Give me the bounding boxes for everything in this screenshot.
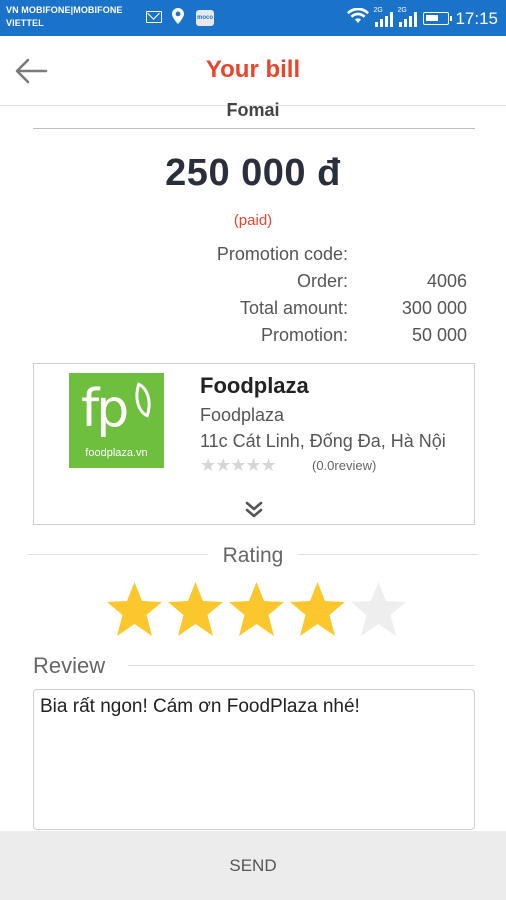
shop-card[interactable]: fp foodplaza.vn Foodplaza Foodplaza 11c …	[33, 363, 475, 525]
order-value: 4006	[426, 271, 467, 291]
review-label: Review	[33, 653, 106, 678]
rating-stars[interactable]	[105, 580, 408, 640]
location-pin-icon	[172, 8, 184, 28]
shop-logo: fp foodplaza.vn	[69, 373, 164, 468]
carrier-info: VN MOBIFONE|MOBIFONE VIETTEL	[6, 4, 123, 30]
review-divider	[128, 665, 475, 666]
signal-2-icon: 2G	[397, 7, 418, 27]
review-text-input[interactable]: Bia rất ngon! Cám ơn FoodPlaza nhé!	[33, 689, 475, 830]
merchant-name-partial: Fomai	[226, 100, 280, 118]
shop-logo-domain: foodplaza.vn	[85, 447, 148, 459]
carrier-line-2: VIETTEL	[6, 18, 44, 28]
promotion-code-label: Promotion code:	[216, 244, 348, 264]
promotion-value: 50 000	[411, 325, 467, 345]
app-header: Your bill	[0, 36, 506, 106]
star-filled-icon[interactable]	[166, 580, 225, 640]
star-filled-icon[interactable]	[105, 580, 164, 640]
wifi-icon	[347, 7, 370, 29]
order-label: Order:	[296, 271, 348, 291]
carrier-line-1: VN MOBIFONE|MOBIFONE	[6, 5, 123, 15]
total-amount-value: 300 000	[401, 298, 467, 318]
shop-subtitle: Foodplaza	[200, 405, 285, 425]
promotion-label: Promotion:	[260, 325, 348, 345]
star-filled-icon[interactable]	[227, 580, 286, 640]
clock: 17:15	[455, 8, 498, 28]
net-2-label: 2G	[397, 6, 407, 14]
rating-label: Rating	[222, 544, 284, 567]
shop-logo-letters: fp	[81, 379, 129, 439]
shop-rating-stars: ★★★★★	[200, 455, 277, 475]
shop-address: 11c Cát Linh, Đống Đa, Hà Nội	[200, 431, 446, 451]
star-filled-icon[interactable]	[288, 580, 347, 640]
net-1-label: 2G	[373, 6, 383, 14]
status-bar: VN MOBIFONE|MOBIFONE VIETTEL moco 2G 2G …	[0, 0, 506, 36]
total-amount-label: Total amount:	[239, 298, 348, 318]
divider	[33, 128, 475, 129]
battery-icon	[423, 12, 453, 25]
bill-amount: 250 000 đ	[165, 152, 341, 194]
star-empty-icon[interactable]	[349, 580, 408, 640]
app-notification-icon: moco	[196, 10, 214, 26]
shop-review-count: (0.0review)	[312, 458, 377, 473]
mail-icon	[146, 11, 162, 23]
expand-chevron-icon[interactable]	[242, 498, 266, 522]
page-title: Your bill	[205, 56, 301, 83]
payment-status: (paid)	[233, 212, 273, 229]
status-right: 2G 2G 17:15	[347, 7, 498, 29]
signal-1-icon: 2G	[373, 7, 394, 27]
shop-name: Foodplaza	[200, 373, 309, 398]
leaf-icon	[127, 382, 159, 418]
send-button[interactable]: SEND	[0, 831, 506, 900]
